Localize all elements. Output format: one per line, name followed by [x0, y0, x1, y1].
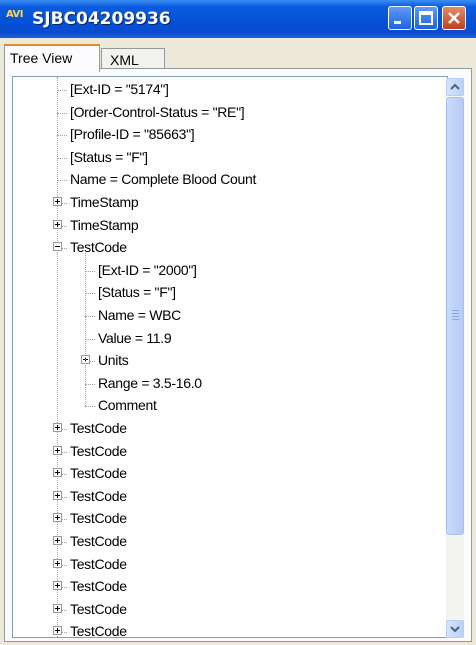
tree-node-label: [Status = "F"]: [98, 284, 176, 301]
app-icon: AVI: [6, 9, 24, 20]
scroll-up-button[interactable]: [446, 78, 464, 96]
tree-node-label: TestCode: [70, 533, 127, 549]
tree-node[interactable]: TestCode: [13, 441, 447, 463]
expand-icon[interactable]: [53, 558, 62, 568]
tree-connector: [85, 406, 95, 408]
tree-node[interactable]: [Status = "F"]: [13, 147, 447, 169]
tree-node[interactable]: TestCode: [13, 621, 447, 638]
tree-node[interactable]: Comment: [13, 395, 447, 417]
tree-node-label: [Ext-ID = "5174"]: [70, 81, 169, 97]
tree-node-label: TestCode: [70, 623, 127, 638]
tree-node[interactable]: TestCode: [13, 486, 447, 508]
tree-node-label: [Ext-ID = "2000"]: [98, 261, 197, 278]
tree-node[interactable]: TestCode: [13, 576, 447, 598]
tree-node[interactable]: [Profile-ID = "85663"]: [13, 124, 447, 146]
expand-icon[interactable]: [53, 603, 62, 613]
tree-connector: [85, 293, 95, 295]
tree-connector: [85, 338, 95, 340]
tab-strip: Tree View XML: [0, 38, 476, 72]
tree-node-label: TestCode: [70, 487, 127, 504]
minimize-icon: [394, 21, 401, 24]
expand-icon[interactable]: [53, 513, 62, 523]
tree-node[interactable]: [Ext-ID = "2000"]: [13, 260, 447, 282]
close-button[interactable]: [442, 6, 466, 30]
thumb-grip-line: [452, 310, 459, 311]
tree-node-label: TestCode: [70, 420, 127, 436]
minimize-button[interactable]: [388, 6, 412, 30]
maximize-button[interactable]: [414, 6, 438, 30]
expand-icon[interactable]: [53, 468, 62, 478]
tree-node-label: TimeStamp: [70, 216, 139, 233]
tree-connector: [85, 270, 95, 272]
tree-node-label: [Order-Control-Status = "RE"]: [70, 103, 245, 120]
tree-connector: [57, 90, 67, 91]
tree-node-label: [Profile-ID = "85663"]: [70, 126, 195, 143]
tree-node[interactable]: [Ext-ID = "5174"]: [13, 79, 447, 101]
maximize-icon: [419, 11, 433, 25]
thumb-grip-line: [452, 313, 459, 314]
expand-icon[interactable]: [53, 445, 62, 455]
tree-node-label: Name = WBC: [98, 307, 181, 323]
thumb-grip-line: [452, 316, 459, 317]
tree-node-label: TestCode: [70, 239, 127, 256]
tree-node[interactable]: Units: [13, 350, 447, 372]
tree-node-label: TestCode: [70, 465, 127, 482]
tree-node[interactable]: [Status = "F"]: [13, 282, 447, 304]
tree-node[interactable]: TestCode: [13, 237, 447, 259]
tree-connector: [57, 157, 67, 159]
tree-node[interactable]: TestCode: [13, 463, 447, 485]
tree-node-label: Units: [98, 352, 129, 369]
tree-connector: [57, 180, 67, 182]
tree-node[interactable]: TestCode: [13, 508, 447, 530]
title-bar[interactable]: AVI SJBC04209936: [0, 0, 476, 38]
tree-node[interactable]: TestCode: [13, 554, 447, 576]
tree-connector: [85, 316, 95, 317]
vertical-scrollbar[interactable]: [446, 78, 464, 638]
expand-icon[interactable]: [53, 423, 62, 432]
tab-xml[interactable]: XML: [101, 48, 165, 70]
expand-icon[interactable]: [53, 581, 62, 591]
collapse-icon[interactable]: [53, 242, 62, 252]
tree-connector: [85, 383, 95, 385]
chevron-up-icon: [450, 83, 460, 90]
tree-node[interactable]: Value = 11.9: [13, 328, 447, 350]
expand-icon[interactable]: [53, 536, 62, 545]
tree-node[interactable]: TimeStamp: [13, 215, 447, 237]
expand-icon[interactable]: [53, 626, 62, 636]
tree-node-label: TestCode: [70, 578, 127, 595]
tree-node-label: TimeStamp: [70, 194, 139, 210]
window-title: SJBC04209936: [32, 9, 171, 29]
tree-node[interactable]: TestCode: [13, 531, 447, 553]
expand-icon[interactable]: [53, 197, 62, 206]
tree-node-label: Name = Complete Blood Count: [70, 171, 257, 188]
tree-connector: [57, 112, 67, 114]
tree-node[interactable]: TestCode: [13, 418, 447, 440]
tree-node-label: TestCode: [70, 600, 127, 617]
tree-node[interactable]: Name = WBC: [13, 305, 447, 327]
chevron-down-icon: [450, 626, 460, 633]
tree-guide-line: [85, 253, 86, 407]
expand-icon[interactable]: [53, 490, 62, 500]
tree-connector: [57, 135, 67, 137]
tab-tree-view[interactable]: Tree View: [4, 44, 100, 72]
tree-node-label: [Status = "F"]: [70, 148, 148, 165]
expand-icon[interactable]: [53, 219, 62, 229]
tree-view[interactable]: [Ext-ID = "5174"] [Order-Control-Status =…: [12, 76, 448, 638]
tree-node[interactable]: Name = Complete Blood Count: [13, 169, 447, 191]
tree-node-label: Range = 3.5-16.0: [98, 374, 202, 391]
scroll-down-button[interactable]: [446, 620, 464, 638]
tree-node[interactable]: TestCode: [13, 599, 447, 621]
tree-node[interactable]: TimeStamp: [13, 192, 447, 214]
tree-node-label: Value = 11.9: [98, 329, 172, 346]
tree-node[interactable]: [Order-Control-Status = "RE"]: [13, 102, 447, 124]
thumb-grip-line: [452, 319, 459, 320]
close-icon: [448, 12, 460, 24]
tree-node-label: TestCode: [70, 442, 127, 459]
tree-node-label: TestCode: [70, 510, 127, 527]
scroll-thumb[interactable]: [446, 97, 464, 535]
tree-node[interactable]: Range = 3.5-16.0: [13, 373, 447, 395]
tree-node-label: Comment: [98, 397, 157, 414]
tree-node-label: TestCode: [70, 555, 127, 572]
